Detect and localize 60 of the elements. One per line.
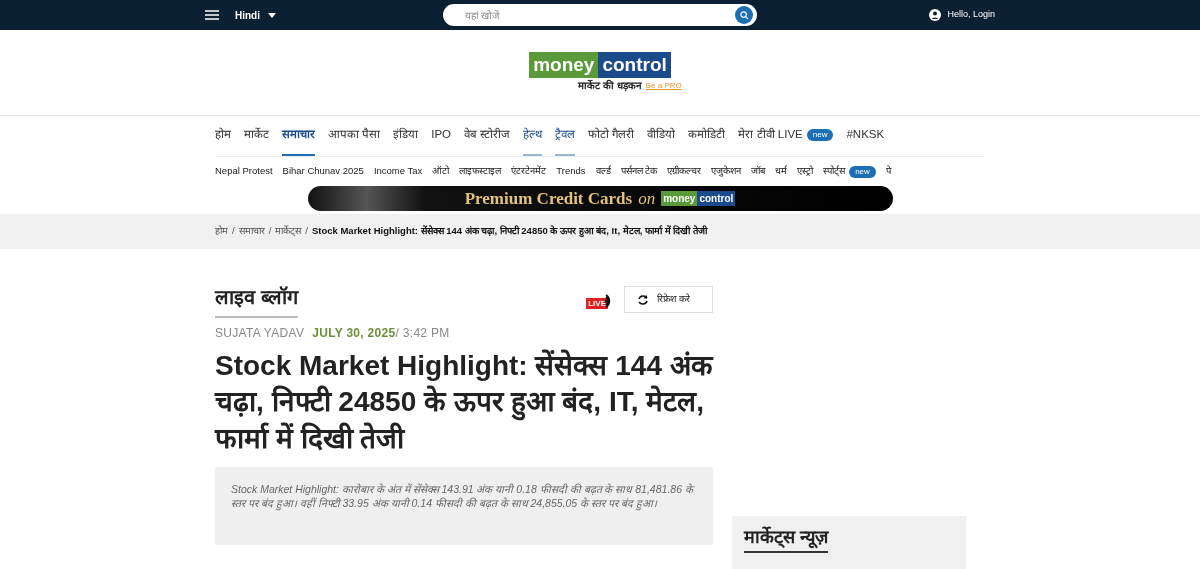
nav-link[interactable]: समाचार: [282, 116, 315, 156]
search-icon: [739, 10, 749, 20]
nav-link[interactable]: मार्केट: [244, 116, 269, 156]
breadcrumb-link[interactable]: Stock Market Highlight: सेंसेक्स 144 अंक चढ़ा, निफ्टी 24850 के ऊपर हुआ बंद, It, मेटल, फार्मा में दिखी तेजी: [311, 224, 707, 239]
summary-text: Stock Market Highlight: कारोबार के अंत में सेंसेक्स 143.91 अंक यानी 0.18 फीसदी की बढ़त के साथ 81,481.86 के स्तर पर बंद हुआ। वहीं निफ्टी 33.95 अंक यानी 0.14 फीसदी की बढ़त के साथ 24,855.05 के स्तर पर बंद हुआ।: [231, 483, 696, 511]
nav-link[interactable]: कमोडिटी: [688, 116, 726, 156]
menu-icon[interactable]: [205, 10, 219, 20]
headline: Stock Market Highlight: सेंसेक्स 144 अंक चढ़ा, निफ्टी 24850 के ऊपर हुआ बंद, IT, मेटल, फार्मा में दिखी तेजी: [215, 348, 713, 456]
search-button[interactable]: [735, 6, 754, 24]
nav-link[interactable]: हेल्थ: [523, 116, 543, 156]
nav-link[interactable]: आपका पैसा: [328, 116, 381, 156]
sub-nav-link[interactable]: Bihar Chunav 2025: [282, 164, 364, 179]
sub-nav-link[interactable]: ऑटो: [432, 164, 450, 179]
sub-nav-link[interactable]: धर्म: [775, 164, 788, 179]
nav-link[interactable]: #NKSK: [846, 116, 885, 156]
login-link[interactable]: Hello, Login: [929, 8, 995, 22]
nav-link[interactable]: इंडिया: [393, 116, 419, 156]
sub-nav-link[interactable]: वर्ल्ड: [595, 164, 611, 179]
sub-nav-link[interactable]: जॉब: [751, 164, 766, 179]
breadcrumb-separator: /: [268, 224, 272, 239]
sidebar-heading: मार्केट्स न्यूज़: [744, 524, 828, 553]
search-field[interactable]: यहां खोजें: [464, 7, 736, 23]
breadcrumb-separator: /: [232, 224, 235, 239]
section-heading: लाइव ब्लॉग: [215, 282, 298, 318]
publish-date: JULY 30, 2025: [312, 325, 396, 342]
nav-link[interactable]: मेरा टीवी LIVE new: [738, 116, 834, 156]
author-name[interactable]: SUJATA YADAV: [215, 324, 305, 342]
caret-icon: [268, 12, 276, 18]
tagline: मार्केट की धड़कन: [578, 78, 642, 93]
refresh-icon: [637, 293, 649, 306]
new-badge: new: [849, 165, 876, 178]
nav-link[interactable]: होम: [215, 116, 231, 156]
sub-nav-link[interactable]: Nepal Protest: [215, 164, 273, 179]
sub-nav-link[interactable]: पे: [885, 164, 891, 179]
breadcrumb-link[interactable]: होम: [215, 224, 228, 239]
sub-nav-link[interactable]: एग्रीकल्चर: [667, 164, 702, 179]
ad-banner[interactable]: Premium Credit Cards on money control: [307, 186, 893, 211]
breadcrumb-separator: /: [305, 224, 308, 239]
publish-time: / 3:42 PM: [395, 325, 450, 342]
nav-link[interactable]: वीडियो: [647, 116, 676, 156]
sub-nav-link[interactable]: एंटरटेनमेंट: [511, 164, 547, 179]
sub-nav-link[interactable]: Trends: [556, 164, 586, 179]
breadcrumb-link[interactable]: समाचार: [238, 224, 265, 239]
live-badge: LIVE: [586, 298, 608, 309]
nav-link[interactable]: वेब स्टोरीज: [464, 116, 511, 156]
sub-nav-link[interactable]: एस्ट्रो: [797, 164, 814, 179]
language-selector[interactable]: Hindi: [235, 7, 276, 23]
sub-nav-link[interactable]: Income Tax: [373, 164, 423, 179]
breadcrumb-link[interactable]: मार्केट्स: [275, 224, 302, 239]
new-badge: new: [806, 129, 834, 141]
search-bar[interactable]: यहां खोजें: [442, 4, 758, 26]
nav-link[interactable]: ट्रैवल: [555, 116, 576, 156]
sub-nav-link[interactable]: लाइफस्टाइल: [459, 164, 502, 179]
sub-nav-link[interactable]: एजुकेशन: [711, 164, 742, 179]
sub-nav-link[interactable]: स्पोर्ट्स new: [823, 164, 876, 179]
nav-link[interactable]: IPO: [431, 116, 451, 156]
refresh-button[interactable]: रिफ्रेश करे: [624, 286, 713, 313]
user-icon: [929, 9, 942, 21]
sub-nav-link[interactable]: पर्सनल टेक: [620, 164, 658, 179]
nav-link[interactable]: फोटो गैलरी: [588, 116, 635, 156]
